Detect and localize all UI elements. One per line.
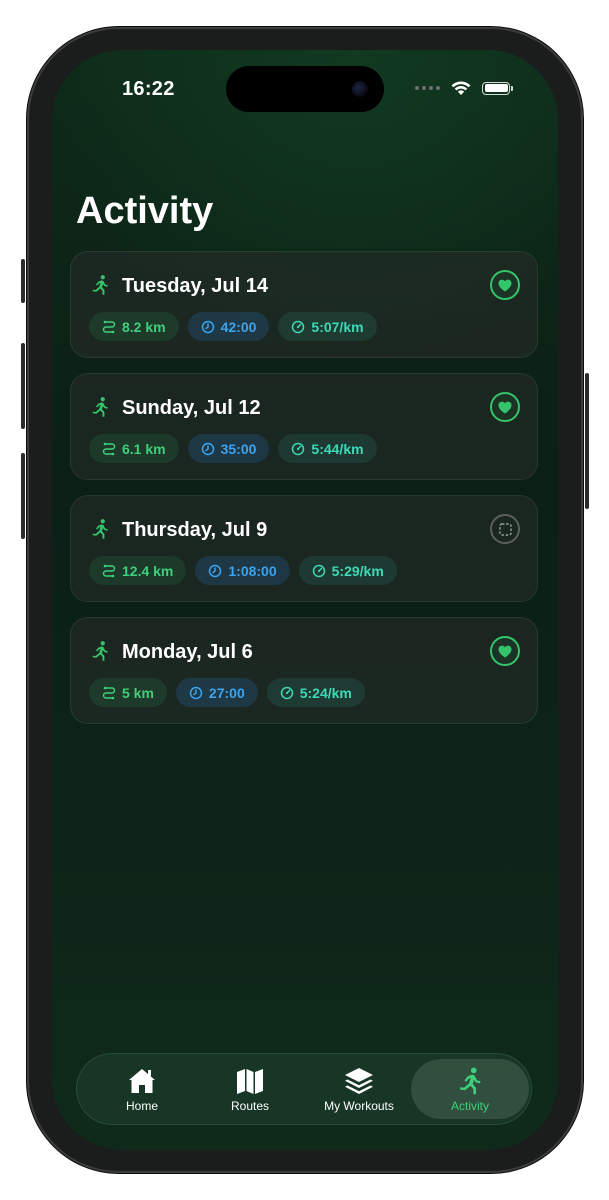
stat-chips: 12.4 km 1:08:00 5:29/km [89, 556, 397, 585]
distance-value: 6.1 km [122, 440, 166, 457]
tab-my-workouts-label: My Workouts [324, 1098, 394, 1113]
status-time: 16:22 [122, 78, 175, 100]
pace-chip: 5:44/km [278, 434, 377, 463]
distance-chip: 5 km [89, 678, 167, 707]
duration-value: 42:00 [220, 318, 257, 335]
route-icon [102, 564, 116, 577]
pace-chip: 5:24/km [266, 678, 365, 707]
duration-chip: 1:08:00 [195, 556, 290, 585]
runner-icon [92, 641, 108, 661]
duration-chip: 35:00 [187, 434, 270, 463]
home-icon [129, 1068, 155, 1093]
clock-icon [209, 564, 222, 577]
activity-card[interactable]: Sunday, Jul 12 6.1 km 35:00 5:44/km [70, 373, 538, 480]
activity-card[interactable]: Monday, Jul 6 5 km 27:00 5:24/km [70, 617, 538, 724]
dashed-square-icon [498, 522, 512, 536]
stat-chips: 5 km 27:00 5:24/km [89, 678, 365, 707]
activity-title: Thursday, Jul 9 [122, 519, 268, 541]
duration-value: 35:00 [220, 440, 257, 457]
route-icon [102, 442, 116, 455]
tab-home[interactable]: Home [87, 1059, 197, 1119]
stack-icon [345, 1067, 373, 1094]
distance-chip: 12.4 km [89, 556, 187, 585]
volume-down-button [21, 453, 25, 539]
activity-card[interactable]: Thursday, Jul 9 12.4 km 1:08:00 5:29/km [70, 495, 538, 602]
duration-chip: 27:00 [175, 678, 258, 707]
tab-routes-label: Routes [230, 1098, 270, 1113]
front-camera [352, 81, 368, 97]
activity-title: Monday, Jul 6 [122, 641, 253, 663]
battery-icon [482, 81, 513, 95]
pace-value: 5:24/km [299, 684, 352, 701]
heart-icon [498, 645, 512, 657]
activity-card[interactable]: Tuesday, Jul 14 8.2 km 42:00 5:07/km [70, 251, 538, 358]
wifi-icon [451, 81, 471, 95]
duration-value: 27:00 [208, 684, 245, 701]
tab-bar: Home Routes My Workouts Activity [76, 1053, 532, 1125]
speedometer-icon [292, 320, 305, 333]
activity-title: Tuesday, Jul 14 [122, 275, 268, 297]
pace-chip: 5:07/km [278, 312, 377, 341]
duration-value: 1:08:00 [228, 562, 277, 579]
route-icon [102, 320, 116, 333]
distance-chip: 8.2 km [89, 312, 179, 341]
tab-my-workouts[interactable]: My Workouts [304, 1059, 414, 1119]
tab-routes[interactable]: Routes [195, 1059, 305, 1119]
runner-icon [92, 519, 108, 539]
tab-activity[interactable]: Activity [411, 1059, 529, 1119]
stat-chips: 6.1 km 35:00 5:44/km [89, 434, 377, 463]
pace-value: 5:44/km [311, 440, 364, 457]
pace-chip: 5:29/km [298, 556, 397, 585]
speedometer-icon [280, 686, 293, 699]
clock-icon [201, 442, 214, 455]
clock-icon [189, 686, 203, 699]
power-button [585, 373, 589, 509]
distance-value: 12.4 km [122, 562, 174, 579]
runner-icon [92, 275, 108, 295]
tab-activity-label: Activity [450, 1098, 489, 1113]
distance-value: 8.2 km [122, 318, 166, 335]
distance-chip: 6.1 km [89, 434, 179, 463]
route-icon [102, 686, 116, 699]
stat-chips: 8.2 km 42:00 5:07/km [89, 312, 377, 341]
action-button [21, 259, 25, 303]
speedometer-icon [312, 564, 325, 577]
favorite-button[interactable] [490, 514, 520, 544]
distance-value: 5 km [122, 684, 154, 701]
dynamic-island [226, 66, 384, 112]
screen: 16:22 Activity Tuesday, Jul 14 8.2 km 42… [52, 50, 558, 1150]
page-title: Activity [76, 190, 214, 232]
clock-icon [201, 320, 214, 333]
favorite-button[interactable] [490, 270, 520, 300]
cellular-signal-icon [415, 86, 440, 90]
map-icon [237, 1068, 263, 1094]
pace-value: 5:29/km [331, 562, 384, 579]
heart-icon [498, 279, 512, 291]
heart-icon [498, 401, 512, 413]
tab-home-label: Home [125, 1098, 158, 1113]
favorite-button[interactable] [490, 636, 520, 666]
pace-value: 5:07/km [311, 318, 364, 335]
volume-up-button [21, 343, 25, 429]
runner-icon [92, 397, 108, 417]
activity-title: Sunday, Jul 12 [122, 397, 261, 419]
activity-list: Tuesday, Jul 14 8.2 km 42:00 5:07/km Sun… [70, 251, 538, 739]
status-icons [415, 80, 513, 96]
speedometer-icon [292, 442, 305, 455]
favorite-button[interactable] [490, 392, 520, 422]
runner-icon [460, 1067, 481, 1094]
duration-chip: 42:00 [187, 312, 270, 341]
